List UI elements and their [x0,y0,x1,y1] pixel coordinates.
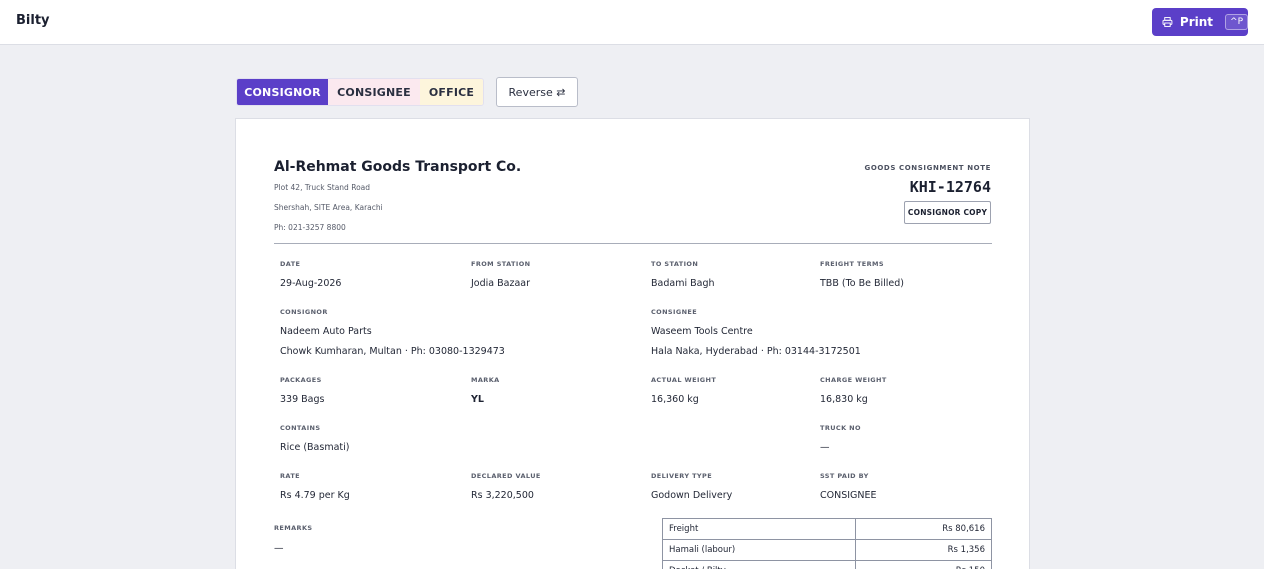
packages-label: PACKAGES [280,376,322,384]
contains-value: Rice (Basmati) [280,442,350,453]
consignor-name: Nadeem Auto Parts [280,326,372,337]
from-station-label: FROM STATION [471,260,531,268]
tab-consignee[interactable]: CONSIGNEE [328,79,420,105]
note-label: GOODS CONSIGNMENT NOTE [864,164,991,172]
charge-amount: Rs 1,356 [855,539,992,561]
date-value: 29-Aug-2026 [280,278,342,289]
bilty-number: KHI-12764 [909,178,991,196]
charge-amount: Rs 80,616 [855,518,992,540]
charge-row: Docket / Bilty Rs 150 [661,560,992,569]
rate-value: Rs 4.79 per Kg [280,490,350,501]
packages-value: 339 Bags [280,394,325,405]
charge-row: Freight Rs 80,616 [661,518,992,540]
reverse-button[interactable]: Reverse ⇄ [496,77,578,107]
consignee-label: CONSIGNEE [651,308,698,316]
charges-table: Freight Rs 80,616 Hamali (labour) Rs 1,3… [661,518,992,569]
consignee-name: Waseem Tools Centre [651,326,753,337]
contains-label: CONTAINS [280,424,321,432]
declared-value-value: Rs 3,220,500 [471,490,534,501]
address-line: Ph: 021-3257 8800 [274,223,346,232]
charge-row: Hamali (labour) Rs 1,356 [661,539,992,561]
tab-consignor[interactable]: CONSIGNOR [237,79,328,105]
remarks-value: — [274,543,284,554]
charge-label: Docket / Bilty [661,560,857,569]
actual-weight-label: ACTUAL WEIGHT [651,376,717,384]
charge-weight-value: 16,830 kg [820,394,868,405]
print-shortcut: ^P [1225,14,1248,30]
rate-label: RATE [280,472,301,480]
sst-paid-by-label: SST PAID BY [820,472,869,480]
declared-value-label: DECLARED VALUE [471,472,541,480]
printer-icon [1162,17,1173,27]
to-station-value: Badami Bagh [651,278,715,289]
date-label: DATE [280,260,301,268]
freight-terms-label: FREIGHT TERMS [820,260,885,268]
app-title: Bilty [16,13,50,28]
charge-label: Freight [661,518,857,540]
print-label: Print [1179,15,1214,29]
from-station-value: Jodia Bazaar [471,278,530,289]
consignee-detail: Hala Naka, Hyderabad · Ph: 03144-3172501 [651,346,861,357]
print-button[interactable]: Print ^P [1152,8,1248,36]
to-station-label: TO STATION [651,260,699,268]
bilty-sheet: Al-Rehmat Goods Transport Co. Plot 42, T… [235,118,1030,569]
charge-label: Hamali (labour) [661,539,857,561]
company-name: Al-Rehmat Goods Transport Co. [274,159,522,175]
charge-amount: Rs 150 [855,560,992,569]
marka-value: YL [471,394,484,405]
tab-office[interactable]: OFFICE [420,79,483,105]
freight-terms-value: TBB (To Be Billed) [820,278,904,289]
divider [274,243,992,244]
charge-weight-label: CHARGE WEIGHT [820,376,887,384]
top-bar: Bilty Print ^P [0,0,1264,45]
remarks-label: REMARKS [274,524,313,532]
truck-no-label: TRUCK NO [820,424,861,432]
copy-badge: CONSIGNOR COPY [904,201,991,224]
delivery-type-value: Godown Delivery [651,490,733,501]
delivery-type-label: DELIVERY TYPE [651,472,713,480]
sst-paid-by-value: CONSIGNEE [820,490,877,501]
marka-label: MARKA [471,376,500,384]
consignor-label: CONSIGNOR [280,308,328,316]
address-line: Shershah, SITE Area, Karachi [274,203,383,212]
consignor-detail: Chowk Kumharan, Multan · Ph: 03080-13294… [280,346,505,357]
copy-tabs: CONSIGNOR CONSIGNEE OFFICE [236,78,484,106]
address-line: Plot 42, Truck Stand Road [274,183,371,192]
truck-no-value: — [820,442,830,453]
actual-weight-value: 16,360 kg [651,394,699,405]
